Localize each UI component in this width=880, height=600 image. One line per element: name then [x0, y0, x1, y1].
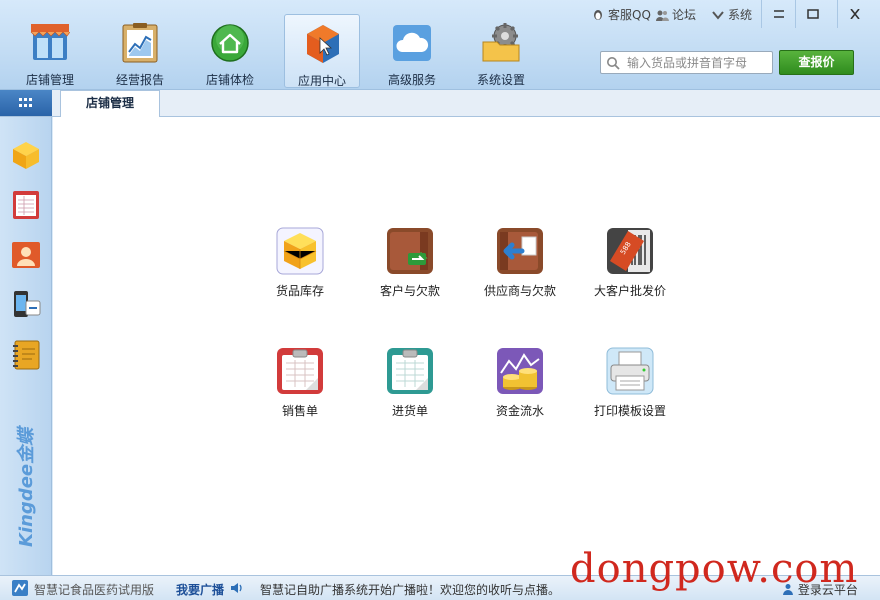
report-chart-icon: [122, 23, 158, 63]
nav-label: 应用中心: [297, 74, 346, 88]
nav-label: 高级服务: [387, 73, 436, 87]
cloud-login-label: 登录云平台: [797, 583, 858, 597]
broadcast-button[interactable]: 我要广播: [176, 581, 224, 598]
nav-label: 店铺管理: [25, 73, 74, 87]
service-qq-label: 客服QQ: [608, 8, 651, 22]
nav-business-report[interactable]: 经营报告: [102, 14, 178, 88]
tab-store-management[interactable]: 店铺管理: [60, 90, 160, 117]
check-price-button[interactable]: 查报价: [779, 50, 854, 75]
app-label: 货品库存: [275, 284, 324, 298]
nav-app-center[interactable]: 应用中心: [284, 14, 360, 88]
nav-advanced-service[interactable]: 高级服务: [374, 14, 450, 88]
search-icon: [607, 57, 620, 70]
nav-label: 经营报告: [115, 73, 164, 87]
chevron-down-icon: [712, 10, 724, 20]
wholesale-price-icon: 588: [607, 228, 653, 274]
all-apps-button[interactable]: [0, 90, 52, 116]
sidebar-sales-order-icon[interactable]: [10, 189, 42, 221]
app-label: 资金流水: [495, 404, 544, 418]
nav-system-settings[interactable]: 系统设置: [463, 14, 539, 88]
nav-label: 系统设置: [476, 73, 525, 87]
app-label: 进货单: [391, 404, 428, 418]
close-button[interactable]: [837, 0, 880, 28]
speaker-icon[interactable]: [230, 581, 244, 595]
status-bar: 智慧记食品医药试用版 我要广播 智慧记自助广播系统开始广播啦！欢迎您的收听与点播…: [0, 546, 880, 600]
app-print-template[interactable]: 打印模板设置: [580, 347, 680, 442]
app-logo-icon: [12, 580, 28, 596]
app-label: 大客户批发价: [593, 284, 666, 298]
app-inventory[interactable]: 货品库存: [250, 227, 350, 322]
app-customer-debt[interactable]: 客户与欠款: [360, 227, 460, 322]
broadcast-message: 智慧记自助广播系统开始广播啦！欢迎您的收听与点播。: [260, 583, 561, 597]
sidebar-notebook-icon[interactable]: [10, 339, 42, 371]
users-icon: [656, 10, 669, 21]
system-menu[interactable]: 系统: [711, 6, 752, 23]
purchase-order-icon: [387, 348, 433, 394]
product-search-box[interactable]: [600, 51, 773, 74]
app-cube-icon: [307, 25, 339, 63]
penguin-icon: [594, 9, 602, 20]
version-label: 智慧记食品医药试用版: [34, 583, 155, 597]
menu-lines-icon: [774, 10, 784, 18]
app-label: 打印模板设置: [593, 404, 666, 418]
app-sales-order[interactable]: 销售单: [250, 347, 350, 442]
sidebar: Kingdee金蝶: [0, 117, 52, 575]
nav-store-management[interactable]: 店铺管理: [12, 14, 88, 88]
app-wholesale-price[interactable]: 588 大客户批发价: [580, 227, 680, 322]
printer-icon: [606, 347, 654, 395]
brand-text: Kingdee金蝶: [16, 425, 37, 547]
forum-label: 论坛: [672, 8, 697, 22]
maximize-button[interactable]: [795, 0, 829, 28]
sidebar-mobile-sync-icon[interactable]: [10, 289, 42, 321]
app-cash-flow[interactable]: 资金流水: [470, 347, 570, 442]
sidebar-customer-icon[interactable]: [10, 239, 42, 271]
app-label: 供应商与欠款: [483, 284, 556, 298]
kingdee-logo: Kingdee金蝶: [16, 425, 37, 547]
forum-link[interactable]: 论坛: [655, 6, 696, 23]
cloud-login-link[interactable]: 登录云平台: [782, 581, 858, 598]
top-toolbar: 店铺管理 经营报告 店铺体检 应用中心 高级服务 系统设置 客服QQ 论坛 系统…: [0, 0, 880, 90]
sales-order-icon: [277, 348, 323, 394]
close-icon: [850, 9, 860, 19]
grid-dots-icon: [19, 98, 32, 107]
nav-label: 店铺体检: [205, 73, 254, 87]
user-icon: [783, 584, 793, 595]
app-purchase-order[interactable]: 进货单: [360, 347, 460, 442]
menu-window-button[interactable]: [761, 0, 795, 28]
service-qq-link[interactable]: 客服QQ: [591, 6, 651, 23]
cloud-icon: [393, 25, 431, 61]
tab-strip: 店铺管理: [0, 90, 880, 117]
app-supplier-debt[interactable]: 供应商与欠款: [470, 227, 570, 322]
storefront-icon: [30, 24, 70, 60]
app-launcher-panel: 货品库存 客户与欠款 供应商与欠款 588 大客户批发价 销售单 进货单 资金流…: [53, 117, 880, 575]
cubes-icon: [276, 227, 324, 275]
home-check-icon: [211, 24, 249, 62]
system-menu-label: 系统: [728, 8, 753, 22]
app-label: 客户与欠款: [379, 284, 440, 298]
sidebar-inventory-icon[interactable]: [10, 139, 42, 171]
app-label: 销售单: [281, 404, 318, 418]
search-input[interactable]: [627, 54, 767, 71]
supplier-ledger-icon: [497, 228, 543, 274]
nav-store-checkup[interactable]: 店铺体检: [192, 14, 268, 88]
maximize-icon: [807, 9, 819, 19]
customer-ledger-icon: [387, 228, 433, 274]
cash-flow-icon: [497, 348, 543, 394]
gear-folder-icon: [482, 23, 520, 62]
